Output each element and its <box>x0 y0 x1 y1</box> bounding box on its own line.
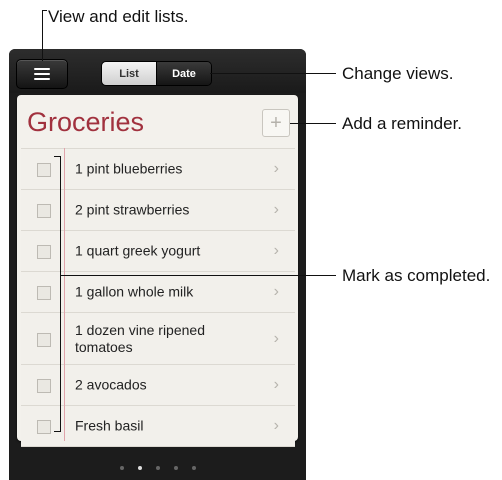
reminder-label: 1 gallon whole milk <box>75 283 194 300</box>
chevron-right-icon: › <box>273 283 279 300</box>
view-segmented-control: List Date <box>101 61 212 86</box>
plus-icon: + <box>270 112 282 134</box>
chevron-right-icon: › <box>273 160 279 177</box>
margin-divider <box>64 148 65 441</box>
segment-list[interactable]: List <box>102 62 156 85</box>
callout-line-change-views <box>210 73 336 74</box>
page-dot[interactable] <box>119 466 124 470</box>
callout-mark-completed: Mark as completed. <box>342 266 491 285</box>
callout-line-mark-completed <box>60 275 336 276</box>
callout-line-add-reminder <box>290 123 336 124</box>
reminder-label: 2 pint strawberries <box>75 201 190 218</box>
reminder-label: Fresh basil <box>75 417 144 434</box>
callout-line-view-edit-tick <box>42 10 47 11</box>
reminder-label: 1 pint blueberries <box>75 160 183 177</box>
page-dot[interactable] <box>191 466 196 470</box>
lists-menu-button[interactable] <box>16 59 68 89</box>
top-toolbar: List Date <box>9 49 306 93</box>
completion-checkbox[interactable] <box>37 163 51 177</box>
chevron-right-icon: › <box>273 376 279 393</box>
completion-checkbox[interactable] <box>37 245 51 259</box>
chevron-right-icon: › <box>273 417 279 434</box>
chevron-right-icon: › <box>273 329 279 347</box>
list-item[interactable]: 2 avocados › <box>21 364 295 405</box>
page-dot[interactable] <box>173 466 178 470</box>
page-dot-active[interactable] <box>137 466 142 470</box>
reminder-list: 1 pint blueberries › 2 pint strawberries… <box>21 148 295 447</box>
list-item[interactable]: 1 pint blueberries › <box>21 148 295 189</box>
bracket-top <box>54 156 61 157</box>
reminder-label: 1 dozen vine ripened tomatoes <box>75 321 205 355</box>
bracket-bottom <box>54 431 61 432</box>
list-item[interactable]: 1 dozen vine ripened tomatoes › <box>21 312 295 364</box>
callout-add-reminder: Add a reminder. <box>342 114 463 133</box>
callout-change-views: Change views. <box>342 64 454 83</box>
reminder-label: 1 quart greek yogurt <box>75 242 201 259</box>
page-indicator[interactable] <box>9 457 306 475</box>
page-dot[interactable] <box>155 466 160 470</box>
completion-checkbox[interactable] <box>37 379 51 393</box>
chevron-right-icon: › <box>273 242 279 259</box>
list-item[interactable]: 1 quart greek yogurt › <box>21 230 295 271</box>
completion-checkbox[interactable] <box>37 286 51 300</box>
list-title: Groceries <box>27 107 145 137</box>
segment-date[interactable]: Date <box>156 62 211 85</box>
completion-checkbox[interactable] <box>37 204 51 218</box>
list-item[interactable]: 2 pint strawberries › <box>21 189 295 230</box>
chevron-right-icon: › <box>273 201 279 218</box>
list-item[interactable]: Fresh basil › <box>21 405 295 447</box>
list-menu-icon <box>34 65 50 83</box>
callout-view-edit: View and edit lists. <box>48 7 189 26</box>
list-item[interactable]: 1 gallon whole milk › <box>21 271 295 312</box>
reminder-label: 2 avocados <box>75 376 147 393</box>
completion-checkbox[interactable] <box>37 420 51 434</box>
reminders-screen: List Date Groceries + 1 pint blueberries… <box>9 49 306 480</box>
callout-line-view-edit <box>42 10 43 61</box>
completion-checkbox[interactable] <box>37 332 51 347</box>
bracket-vertical <box>60 156 61 431</box>
add-reminder-button[interactable]: + <box>262 109 290 137</box>
